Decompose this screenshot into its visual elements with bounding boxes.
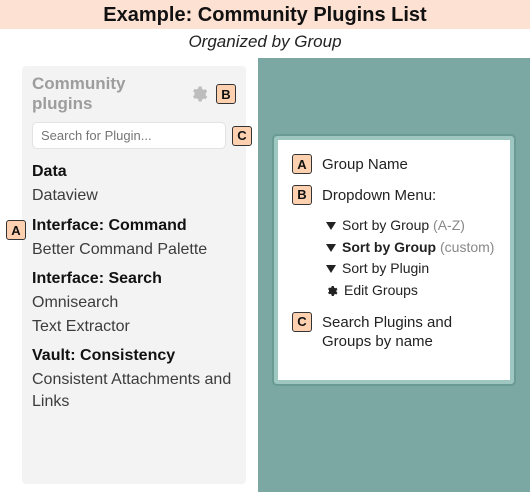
left-panel: A Community plugins B C Data Dataview In… bbox=[0, 58, 258, 492]
menu-item-edit-groups[interactable]: Edit Groups bbox=[326, 280, 496, 302]
annotation-badge-a: A bbox=[292, 154, 312, 174]
header-bar: Example: Community Plugins List bbox=[0, 0, 530, 29]
menu-item-sort-plugin[interactable]: Sort by Plugin bbox=[326, 258, 496, 280]
plugin-item[interactable]: Dataview bbox=[32, 185, 236, 207]
group-name: Data bbox=[32, 163, 236, 181]
chevron-down-icon bbox=[326, 244, 336, 252]
search-input[interactable] bbox=[32, 122, 226, 149]
annotation-badge-c: C bbox=[232, 126, 252, 146]
plugin-item[interactable]: Consistent Attachments and Links bbox=[32, 369, 236, 412]
legend-b-title: Dropdown Menu: bbox=[322, 185, 436, 206]
menu-item-sort-group-custom[interactable]: Sort by Group (custom) bbox=[326, 237, 496, 259]
group-name: Vault: Consistency bbox=[32, 347, 236, 365]
sidebar-title: Community plugins bbox=[32, 74, 184, 114]
right-panel: A Group Name B Dropdown Menu: Sort by Gr… bbox=[258, 58, 530, 492]
plugins-sidebar: Community plugins B C Data Dataview Inte… bbox=[22, 66, 246, 484]
legend-c-text: Search Plugins and Groups by name bbox=[322, 312, 496, 352]
plugin-item[interactable]: Omnisearch bbox=[32, 292, 236, 314]
annotation-badge-b: B bbox=[292, 185, 312, 205]
group-name: Interface: Search bbox=[32, 270, 236, 288]
annotation-badge-a: A bbox=[6, 220, 26, 240]
page-title: Example: Community Plugins List bbox=[0, 4, 530, 27]
group-name: Interface: Command bbox=[32, 217, 236, 235]
menu-item-sort-group-az[interactable]: Sort by Group (A-Z) bbox=[326, 215, 496, 237]
plugin-item[interactable]: Text Extractor bbox=[32, 316, 236, 338]
legend-row-b: B Dropdown Menu: bbox=[292, 185, 496, 206]
legend-card: A Group Name B Dropdown Menu: Sort by Gr… bbox=[274, 136, 514, 384]
legend-row-c: C Search Plugins and Groups by name bbox=[292, 312, 496, 352]
sidebar-header: Community plugins B bbox=[32, 74, 236, 114]
legend-a-text: Group Name bbox=[322, 154, 408, 175]
gear-icon bbox=[326, 285, 338, 297]
legend-row-a: A Group Name bbox=[292, 154, 496, 175]
chevron-down-icon bbox=[326, 265, 336, 273]
dropdown-menu-list: Sort by Group (A-Z) Sort by Group (custo… bbox=[326, 215, 496, 302]
search-row: C bbox=[32, 122, 236, 149]
gear-icon[interactable] bbox=[190, 85, 208, 103]
annotation-badge-b: B bbox=[216, 84, 236, 104]
content-area: A Community plugins B C Data Dataview In… bbox=[0, 58, 530, 492]
plugin-item[interactable]: Better Command Palette bbox=[32, 239, 236, 261]
chevron-down-icon bbox=[326, 222, 336, 230]
annotation-badge-c: C bbox=[292, 312, 312, 332]
page-subtitle: Organized by Group bbox=[0, 29, 530, 58]
